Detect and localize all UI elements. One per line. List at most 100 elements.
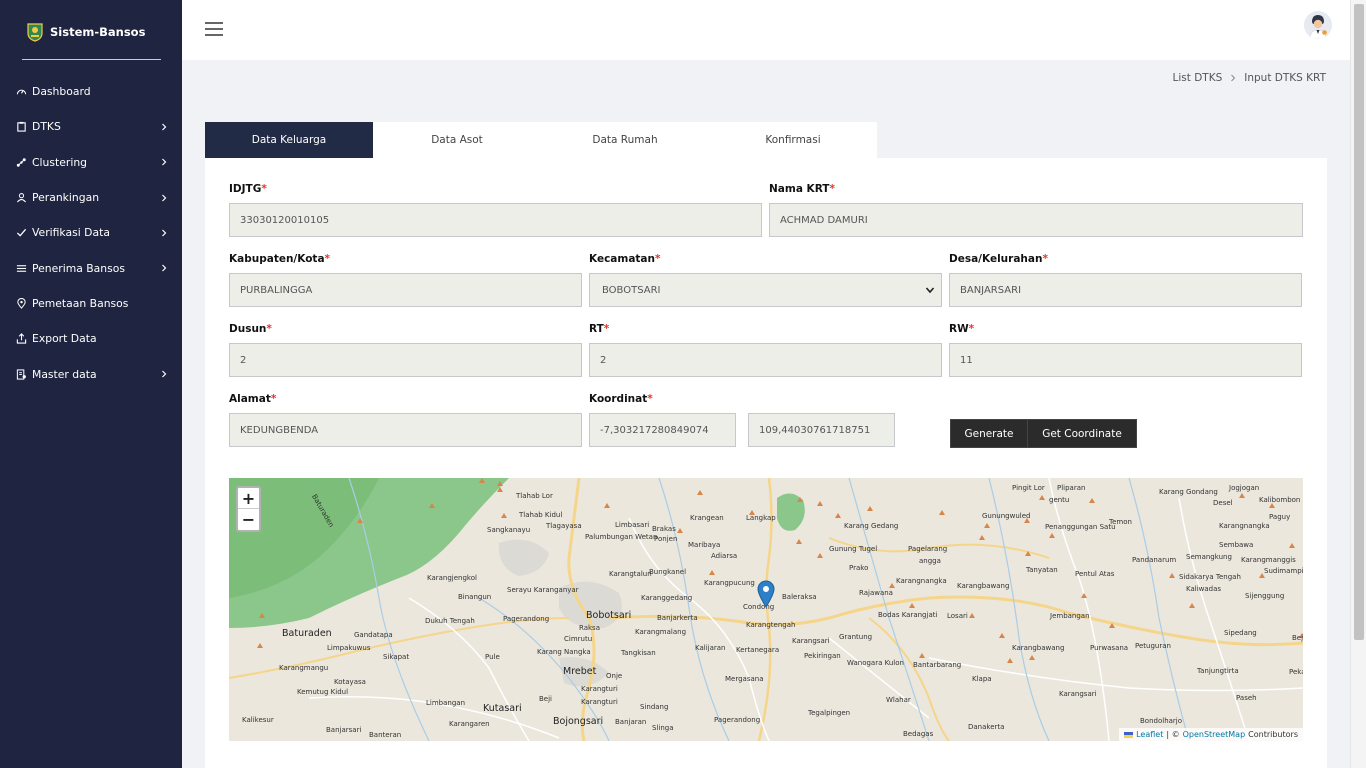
map-label: Bungkanel: [649, 568, 687, 576]
map-label: Slinga: [652, 724, 674, 732]
longitude-field[interactable]: 109,44030761718751: [748, 413, 895, 447]
map-label: Semangkung: [1186, 553, 1232, 561]
tab-data-asot[interactable]: Data Asot: [373, 122, 541, 158]
rt-field[interactable]: 2: [589, 343, 942, 377]
desa-field[interactable]: BANJARSARI: [949, 273, 1302, 307]
map[interactable]: Baturaden Baturaden Bobotsari Mrebet Kut…: [229, 478, 1303, 741]
sidebar-item-dashboard[interactable]: Dashboard: [0, 74, 182, 109]
map-label: Desel: [1213, 499, 1233, 507]
map-label: Karangmanggis: [1241, 556, 1296, 564]
map-label: Karangturi: [581, 685, 618, 693]
form-tabs: Data Keluarga Data Asot Data Rumah Konfi…: [205, 122, 877, 158]
map-label: Dukuh Tengah: [425, 617, 475, 625]
nama-krt-field[interactable]: ACHMAD DAMURI: [769, 203, 1303, 237]
sidebar-item-label: Master data: [32, 367, 97, 381]
leaflet-link[interactable]: Leaflet: [1136, 730, 1163, 739]
required-mark: *: [324, 253, 331, 265]
sidebar-item-label: DTKS: [32, 120, 61, 134]
map-pin-icon: [15, 297, 27, 309]
desa-label: Desa/Kelurahan*: [949, 253, 1048, 265]
map-label: Wlahar: [886, 696, 911, 704]
map-label: Wanogara Kulon: [847, 659, 904, 667]
map-label: Sijenggung: [1245, 592, 1285, 600]
map-label: Karangbawang: [1012, 644, 1065, 652]
required-mark: *: [647, 393, 653, 405]
map-label: Tanyatan: [1026, 566, 1058, 574]
rw-field[interactable]: 11: [949, 343, 1302, 377]
map-label: Karangbawang: [957, 582, 1010, 590]
alamat-field[interactable]: KEDUNGBENDA: [229, 413, 582, 447]
chevron-right-icon: [1231, 74, 1236, 82]
avatar[interactable]: [1304, 11, 1332, 39]
map-label: Temon: [1109, 518, 1132, 526]
idjtg-label: IDJTG*: [229, 183, 267, 195]
latitude-field[interactable]: -7,303217280849074: [589, 413, 736, 447]
idjtg-field[interactable]: 33030120010105: [229, 203, 762, 237]
sidebar-item-penerima[interactable]: Penerima Bansos: [0, 250, 182, 285]
sidebar-item-clustering[interactable]: Clustering: [0, 145, 182, 180]
kecamatan-label: Kecamatan*: [589, 253, 661, 265]
kecamatan-select[interactable]: BOBOTSARI: [589, 273, 942, 307]
map-zoom-control: + −: [236, 486, 261, 532]
map-label: Pekiringan: [804, 652, 841, 660]
required-mark: *: [270, 393, 277, 405]
map-label: gentu: [1049, 496, 1070, 504]
map-label: Karang Nangka: [537, 648, 591, 656]
hamburger-menu-icon[interactable]: [204, 20, 224, 38]
get-coordinate-button[interactable]: Get Coordinate: [1027, 419, 1137, 448]
sidebar-item-master[interactable]: Master data: [0, 356, 182, 391]
sidebar-item-perankingan[interactable]: Perankingan: [0, 180, 182, 215]
export-icon: [15, 333, 27, 345]
map-label: Limpakuwus: [327, 644, 371, 652]
clipboard-icon: [15, 121, 27, 133]
map-label: Baleraksa: [782, 593, 817, 601]
map-label: Pliparan: [1057, 484, 1086, 492]
breadcrumb: List DTKS Input DTKS KRT: [1173, 72, 1327, 84]
tab-konfirmasi[interactable]: Konfirmasi: [709, 122, 877, 158]
dusun-field[interactable]: 2: [229, 343, 582, 377]
kabupaten-field[interactable]: PURBALINGGA: [229, 273, 582, 307]
map-label: Limbangan: [426, 699, 466, 707]
sidebar-item-verifikasi[interactable]: Verifikasi Data: [0, 215, 182, 250]
required-mark: *: [1042, 253, 1048, 265]
map-label: Karang Gondang: [1159, 488, 1218, 496]
map-label: Karangmangu: [279, 664, 329, 672]
sidebar-item-pemetaan[interactable]: Pemetaan Bansos: [0, 286, 182, 321]
brand[interactable]: Sistem-Bansos: [26, 22, 145, 42]
tab-data-rumah[interactable]: Data Rumah: [541, 122, 709, 158]
map-label: Adiarsa: [711, 552, 738, 560]
breadcrumb-link-list-dtks[interactable]: List DTKS: [1173, 72, 1223, 84]
map-label: Sipedang: [1224, 629, 1257, 637]
sidebar-item-dtks[interactable]: DTKS: [0, 109, 182, 144]
map-label: Beji: [1292, 634, 1303, 642]
sidebar-item-export[interactable]: Export Data: [0, 321, 182, 356]
zoom-out-button[interactable]: −: [238, 509, 259, 530]
map-label: Kotayasa: [334, 678, 366, 686]
sidebar-item-label: Perankingan: [32, 191, 100, 205]
map-label: Tanjungtirta: [1197, 667, 1239, 675]
map-label: Sikapat: [383, 653, 410, 661]
kecamatan-selected-value: BOBOTSARI: [602, 284, 661, 296]
page-scrollbar[interactable]: [1350, 0, 1366, 768]
map-label: Kalijaran: [695, 644, 726, 652]
topbar: [182, 0, 1350, 60]
map-label: Cimrutu: [564, 635, 593, 643]
generate-button[interactable]: Generate: [950, 419, 1028, 448]
required-mark: *: [261, 183, 267, 195]
map-label: Sembawa: [1219, 541, 1254, 549]
scrollbar-thumb[interactable]: [1354, 4, 1364, 640]
map-label: Sindang: [640, 703, 669, 711]
map-marker-icon[interactable]: [757, 580, 775, 608]
tab-data-keluarga[interactable]: Data Keluarga: [205, 122, 373, 158]
zoom-in-button[interactable]: +: [238, 488, 259, 509]
osm-link[interactable]: OpenStreetMap: [1183, 730, 1246, 739]
map-label: Beji: [539, 695, 552, 703]
user-avatar-icon: [1304, 11, 1332, 39]
sidebar-item-label: Pemetaan Bansos: [32, 296, 129, 310]
map-label: Jogjogan: [1229, 484, 1260, 492]
map-label: Pingit Lor: [1012, 484, 1045, 492]
logo-icon: [27, 23, 43, 42]
map-label: Karangturi: [581, 698, 618, 706]
koordinat-label: Koordinat*: [589, 393, 653, 405]
sidebar-nav: Dashboard DTKS Clustering Perankingan Ve…: [0, 74, 182, 392]
